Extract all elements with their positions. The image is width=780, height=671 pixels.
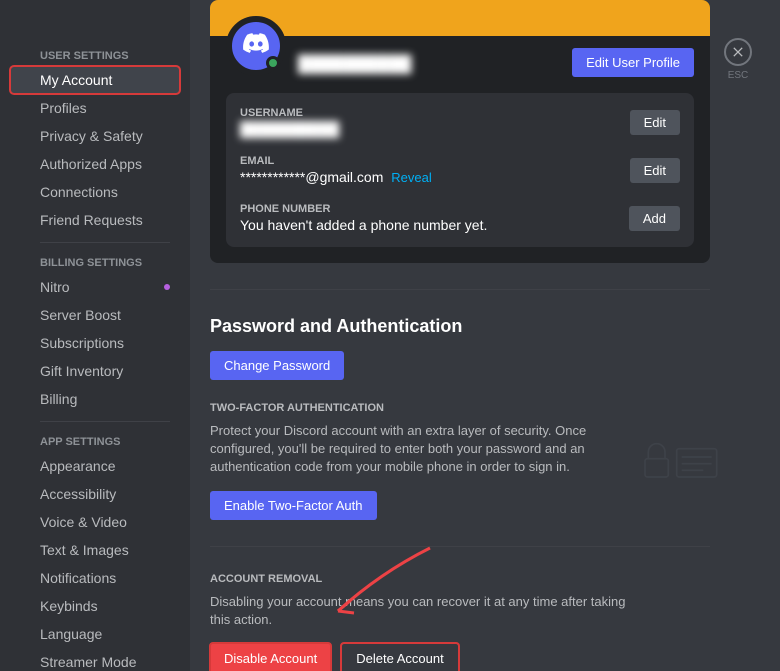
sidebar-item-subscriptions[interactable]: Subscriptions xyxy=(10,329,180,357)
status-online-icon xyxy=(266,56,280,70)
email-label: EMAIL xyxy=(240,155,432,167)
disable-account-button[interactable]: Disable Account xyxy=(210,643,331,671)
edit-user-profile-button[interactable]: Edit User Profile xyxy=(572,48,694,77)
sidebar-item-connections[interactable]: Connections xyxy=(10,178,180,206)
esc-label: ESC xyxy=(728,70,749,81)
sidebar-item-billing[interactable]: Billing xyxy=(10,385,180,413)
twofa-description: Protect your Discord account with an ext… xyxy=(210,422,640,477)
nitro-badge-icon xyxy=(164,284,170,290)
password-auth-title: Password and Authentication xyxy=(210,316,710,337)
sidebar-item-friend-requests[interactable]: Friend Requests xyxy=(10,206,180,234)
sidebar-item-profiles[interactable]: Profiles xyxy=(10,94,180,122)
account-removal-header: ACCOUNT REMOVAL xyxy=(210,573,710,585)
change-password-button[interactable]: Change Password xyxy=(210,351,344,380)
password-auth-section: Password and Authentication Change Passw… xyxy=(210,316,710,520)
sidebar-item-nitro[interactable]: Nitro xyxy=(10,273,180,301)
sidebar-item-privacy-safety[interactable]: Privacy & Safety xyxy=(10,122,180,150)
field-phone: PHONE NUMBER You haven't added a phone n… xyxy=(240,203,680,233)
avatar[interactable] xyxy=(226,16,286,76)
content-area: ESC ██████████ Edit User Profile USERNAM… xyxy=(190,0,780,671)
sidebar-item-keybinds[interactable]: Keybinds xyxy=(10,592,180,620)
settings-sidebar: USER SETTINGS My Account Profiles Privac… xyxy=(0,0,190,671)
delete-account-button[interactable]: Delete Account xyxy=(341,643,458,671)
username-label: USERNAME xyxy=(240,107,339,119)
profile-banner xyxy=(210,0,710,36)
sidebar-item-language[interactable]: Language xyxy=(10,620,180,648)
sidebar-item-streamer-mode[interactable]: Streamer Mode xyxy=(10,648,180,671)
profile-card: ██████████ Edit User Profile USERNAME ██… xyxy=(210,0,710,263)
add-phone-button[interactable]: Add xyxy=(629,206,680,231)
phone-label: PHONE NUMBER xyxy=(240,203,487,215)
sidebar-item-appearance[interactable]: Appearance xyxy=(10,452,180,480)
lock-graphic-icon xyxy=(630,432,730,482)
sidebar-header-user: USER SETTINGS xyxy=(10,44,180,66)
sidebar-item-gift-inventory[interactable]: Gift Inventory xyxy=(10,357,180,385)
sidebar-item-server-boost[interactable]: Server Boost xyxy=(10,301,180,329)
account-removal-description: Disabling your account means you can rec… xyxy=(210,593,640,629)
sidebar-item-voice-video[interactable]: Voice & Video xyxy=(10,508,180,536)
profile-username: ██████████ xyxy=(286,48,572,74)
username-value: ██████████ xyxy=(240,121,339,137)
sidebar-item-my-account[interactable]: My Account xyxy=(10,66,180,94)
account-removal-section: ACCOUNT REMOVAL Disabling your account m… xyxy=(210,573,710,671)
edit-email-button[interactable]: Edit xyxy=(630,158,680,183)
twofa-header: TWO-FACTOR AUTHENTICATION xyxy=(210,402,710,414)
sidebar-header-billing: BILLING SETTINGS xyxy=(10,251,180,273)
sidebar-item-text-images[interactable]: Text & Images xyxy=(10,536,180,564)
profile-fields: USERNAME ██████████ Edit EMAIL *********… xyxy=(226,93,694,247)
email-value: ************@gmail.com Reveal xyxy=(240,169,432,185)
close-button[interactable]: ESC xyxy=(724,38,752,81)
reveal-email-link[interactable]: Reveal xyxy=(391,170,431,185)
discord-logo-icon xyxy=(243,32,269,60)
sidebar-item-authorized-apps[interactable]: Authorized Apps xyxy=(10,150,180,178)
sidebar-header-app: APP SETTINGS xyxy=(10,430,180,452)
close-icon xyxy=(724,38,752,66)
sidebar-divider xyxy=(40,421,170,422)
phone-value: You haven't added a phone number yet. xyxy=(240,217,487,233)
enable-twofa-button[interactable]: Enable Two-Factor Auth xyxy=(210,491,377,520)
sidebar-divider xyxy=(40,242,170,243)
sidebar-item-accessibility[interactable]: Accessibility xyxy=(10,480,180,508)
field-email: EMAIL ************@gmail.com Reveal Edit xyxy=(240,155,680,185)
section-divider xyxy=(210,546,710,547)
field-username: USERNAME ██████████ Edit xyxy=(240,107,680,137)
section-divider xyxy=(210,289,710,290)
sidebar-item-notifications[interactable]: Notifications xyxy=(10,564,180,592)
edit-username-button[interactable]: Edit xyxy=(630,110,680,135)
